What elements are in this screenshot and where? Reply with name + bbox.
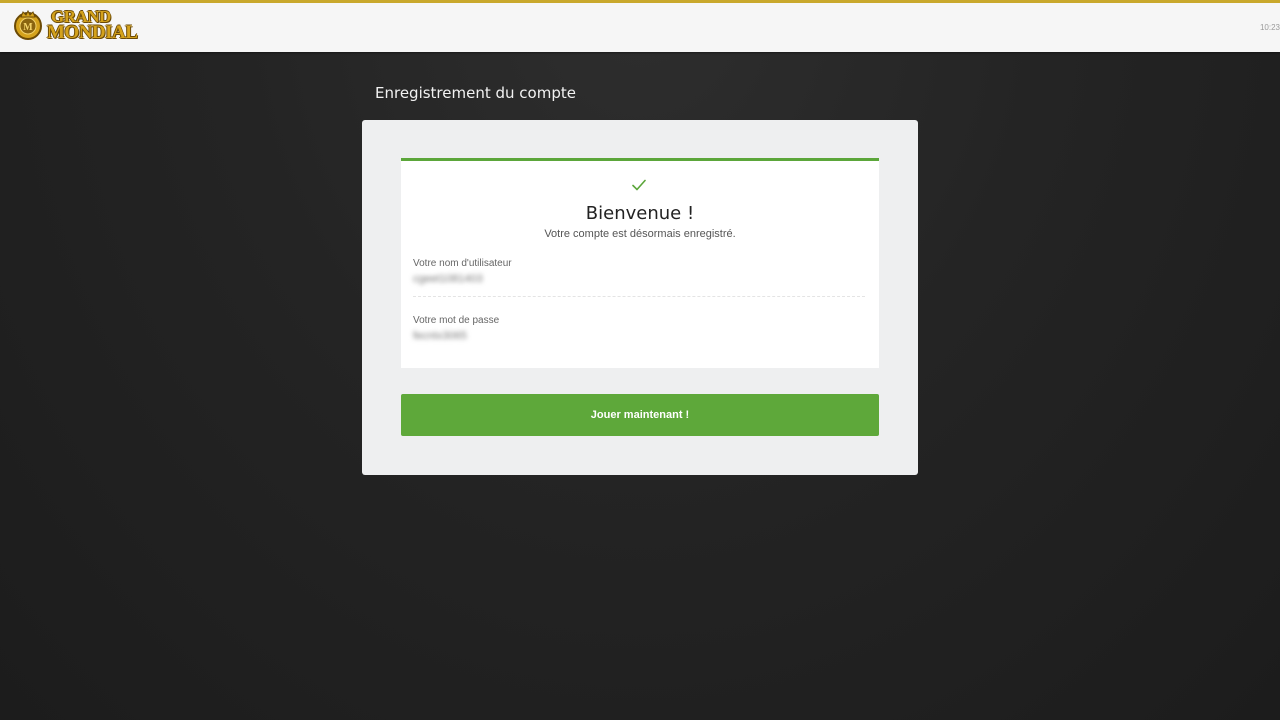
- play-now-button[interactable]: Jouer maintenant !: [401, 394, 879, 436]
- confirmation-panel: Bienvenue ! Votre compte est désormais e…: [401, 158, 879, 368]
- header-clock: 10:23: [1259, 23, 1280, 32]
- password-label: Votre mot de passe: [413, 315, 500, 326]
- crown-emblem-icon: M: [14, 9, 42, 40]
- welcome-subtitle: Votre compte est désormais enregistré.: [544, 228, 736, 240]
- password-value: fecntx3065: [413, 330, 467, 342]
- check-icon: [632, 179, 646, 191]
- logo-wordmark: GRAND MONDIAL: [47, 8, 138, 43]
- username-label: Votre nom d'utilisateur: [413, 258, 512, 269]
- username-value: cgeet1081403: [413, 273, 483, 285]
- welcome-heading: Bienvenue !: [585, 203, 695, 224]
- logo-line-mondial: MONDIAL: [47, 22, 138, 43]
- field-divider: [413, 296, 865, 297]
- grand-mondial-logo[interactable]: M GRAND MONDIAL: [12, 8, 138, 43]
- top-header: M GRAND MONDIAL 10:23: [0, 0, 1280, 52]
- page-title: Enregistrement du compte: [375, 84, 576, 102]
- svg-text:M: M: [23, 22, 33, 33]
- registration-card: Bienvenue ! Votre compte est désormais e…: [362, 120, 918, 475]
